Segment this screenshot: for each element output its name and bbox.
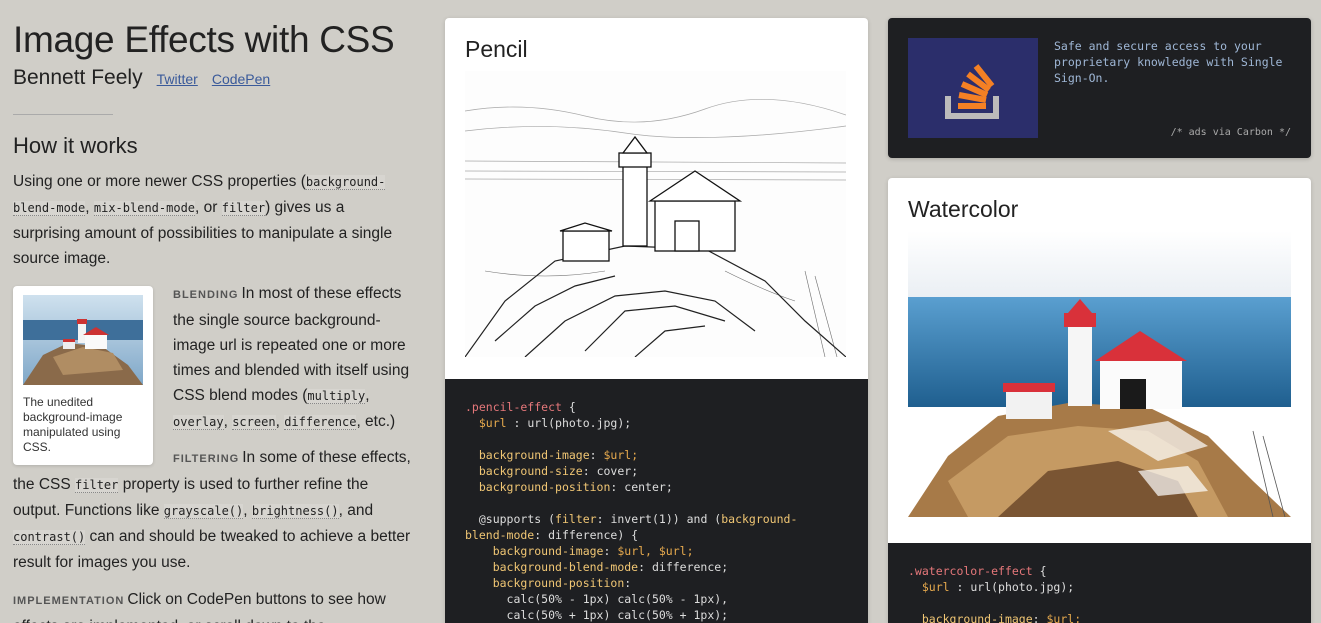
ad-text[interactable]: Safe and secure access to your proprieta… [1054, 38, 1294, 86]
code-contrast: contrast() [13, 530, 86, 546]
pencil-code-block: .pencil-effect { $url : url(photo.jpg); … [445, 379, 868, 623]
ad-credit[interactable]: /* ads via Carbon */ [1171, 127, 1291, 138]
filtering-label: FILTERING [173, 453, 240, 466]
twitter-link[interactable]: Twitter [157, 71, 198, 87]
pencil-card-title: Pencil [465, 36, 528, 62]
source-image [23, 295, 143, 386]
code-brightness: brightness() [251, 504, 339, 520]
watercolor-card-title: Watercolor [908, 196, 1019, 222]
stack-overflow-icon [945, 64, 999, 119]
intro-paragraph: Using one or more newer CSS properties (… [13, 173, 393, 268]
pencil-effect-card: Pencil .pencil-effect {$url: url(photo… [445, 18, 868, 623]
figure-caption: The unedited background-image manipulate… [23, 395, 123, 455]
byline: Bennett Feely Twitter CodePen [13, 66, 413, 90]
how-it-works-heading: How it works [13, 133, 138, 159]
intro-column: Image Effects with CSS Bennett Feely Twi… [13, 18, 413, 623]
code-filter: filter [221, 201, 266, 217]
pencil-effect-image [465, 71, 846, 357]
code-grayscale: grayscale() [163, 504, 244, 520]
code-filter-2: filter [75, 478, 119, 494]
source-image-figure: The unedited background-image manipulate… [13, 286, 153, 466]
code-screen: screen [232, 415, 276, 431]
implementation-label: IMPLEMENTATION [13, 595, 125, 608]
code-overlay: overlay [173, 415, 224, 431]
author-name: Bennett Feely [13, 66, 143, 90]
watercolor-effect-image [908, 231, 1291, 517]
divider [13, 114, 113, 116]
page-title: Image Effects with CSS [13, 19, 395, 60]
implementation-paragraph: IMPLEMENTATION Click on CodePen buttons t… [13, 591, 386, 623]
codepen-link[interactable]: CodePen [212, 71, 270, 87]
code-multiply: multiply [307, 389, 366, 405]
ad-logo[interactable] [908, 38, 1038, 138]
watercolor-code-block: .watercolor-effect { $url : url(photo.jp… [888, 543, 1311, 623]
blending-section: The unedited background-image manipulate… [13, 281, 413, 623]
code-mix-blend-mode: mix-blend-mode [93, 201, 196, 217]
watercolor-effect-card: Watercolor .watercolor-effect {$url: u… [888, 178, 1311, 623]
blending-label: BLENDING [173, 289, 239, 302]
code-difference: difference [284, 415, 357, 431]
carbon-ad[interactable]: Safe and secure access to your proprieta… [888, 18, 1311, 158]
